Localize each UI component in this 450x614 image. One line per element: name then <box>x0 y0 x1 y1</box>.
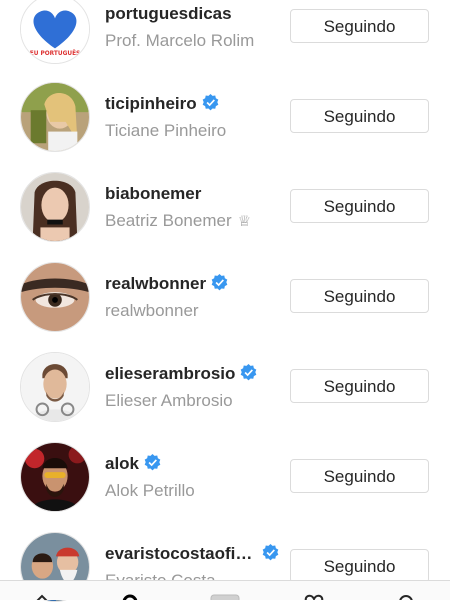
verified-badge-icon <box>211 274 228 291</box>
full-name: Elieser Ambrosio <box>105 391 233 410</box>
avatar[interactable] <box>20 352 90 422</box>
avatar[interactable] <box>20 82 90 152</box>
username[interactable]: portuguesdicas <box>105 4 232 24</box>
avatar[interactable] <box>20 442 90 512</box>
add-post-icon[interactable] <box>210 594 240 600</box>
username[interactable]: biabonemer <box>105 184 201 204</box>
verified-badge-icon <box>263 544 279 561</box>
person-photo-icon <box>21 83 89 151</box>
list-item[interactable]: biabonemer Beatriz Bonemer ♕ Seguindo <box>0 164 450 254</box>
heart-logo-icon: EU PORTUGUÊS <box>21 0 89 63</box>
avatar-logo-text: EU PORTUGUÊS <box>30 49 80 57</box>
list-item[interactable]: ticipinheiro Ticiane Pinheiro Seguindo <box>0 74 450 164</box>
username-text[interactable]: alok <box>105 454 139 473</box>
username[interactable]: evaristocostaofi… <box>105 544 279 564</box>
list-item[interactable]: elieserambrosio Elieser Ambrosio Seguind… <box>0 344 450 434</box>
full-name: Alok Petrillo <box>105 481 195 500</box>
list-item[interactable]: evaristocostaofi… Evaristo Costa Seguind… <box>0 524 450 614</box>
list-item[interactable]: realwbonner realwbonner Seguindo <box>0 254 450 344</box>
full-name: Prof. Marcelo Rolim <box>105 31 255 50</box>
bottom-navigation <box>0 580 450 600</box>
full-name: Beatriz Bonemer ♕ <box>105 211 251 231</box>
person-photo-icon <box>21 173 89 241</box>
username-text[interactable]: realwbonner <box>105 274 206 293</box>
username[interactable]: ticipinheiro <box>105 94 219 114</box>
verified-badge-icon <box>202 94 218 111</box>
username[interactable]: realwbonner <box>105 274 228 294</box>
avatar[interactable]: EU PORTUGUÊS <box>20 0 90 64</box>
username[interactable]: elieserambrosio <box>105 364 257 384</box>
username-text[interactable]: biabonemer <box>105 184 201 203</box>
activity-heart-icon[interactable] <box>303 594 325 600</box>
following-button[interactable]: Seguindo <box>290 279 429 313</box>
full-name: realwbonner <box>105 301 199 320</box>
list-item[interactable]: EU PORTUGUÊS portuguesdicas Prof. Marcel… <box>0 0 450 74</box>
full-name: Ticiane Pinheiro <box>105 121 227 140</box>
search-icon[interactable] <box>122 594 140 600</box>
verified-badge-icon <box>144 454 161 471</box>
profile-icon[interactable] <box>398 594 414 600</box>
username-text[interactable]: ticipinheiro <box>105 94 197 113</box>
following-button[interactable]: Seguindo <box>290 189 429 223</box>
avatar[interactable] <box>20 262 90 332</box>
list-item[interactable]: alok Alok Petrillo Seguindo <box>0 434 450 524</box>
full-name-text: Beatriz Bonemer <box>105 211 232 230</box>
home-icon[interactable] <box>34 594 50 600</box>
dj-photo-icon <box>21 443 89 511</box>
following-button[interactable]: Seguindo <box>290 369 429 403</box>
username-text[interactable]: portuguesdicas <box>105 4 232 23</box>
eye-closeup-icon <box>21 263 89 331</box>
username-text[interactable]: evaristocostaofi… <box>105 544 252 563</box>
avatar[interactable] <box>20 172 90 242</box>
username[interactable]: alok <box>105 454 161 474</box>
following-button[interactable]: Seguindo <box>290 549 429 583</box>
following-button[interactable]: Seguindo <box>290 459 429 493</box>
following-button[interactable]: Seguindo <box>290 99 429 133</box>
following-button[interactable]: Seguindo <box>290 9 429 43</box>
verified-badge-icon <box>241 364 257 381</box>
person-photo-icon <box>21 353 89 421</box>
crown-emoji: ♕ <box>237 213 252 230</box>
username-text[interactable]: elieserambrosio <box>105 364 235 383</box>
